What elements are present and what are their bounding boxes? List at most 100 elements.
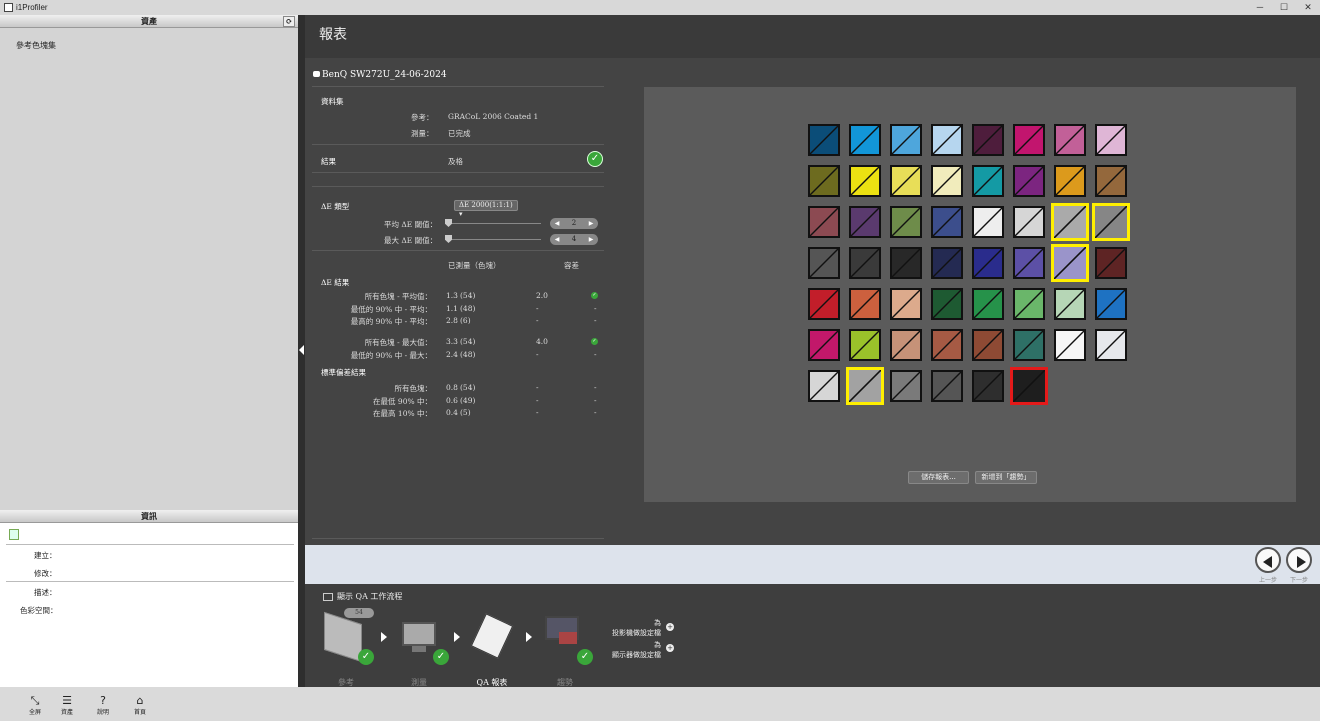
help-button[interactable]: ? 說明 [92, 695, 114, 717]
plus-icon[interactable]: + [666, 623, 674, 631]
max-threshold-stepper[interactable]: ◀ 4 ▶ [550, 234, 598, 245]
color-patch[interactable] [1095, 247, 1127, 279]
next-label: 下一步 [1290, 577, 1309, 584]
color-patch[interactable] [849, 288, 881, 320]
panel-divider[interactable] [298, 15, 305, 687]
asset-item-reference-set[interactable]: 參考色塊集 [16, 40, 282, 51]
color-patch[interactable] [1092, 203, 1130, 241]
assets-button[interactable]: ☰ 資產 [56, 695, 78, 717]
max-threshold-slider-handle[interactable] [445, 235, 452, 243]
trend-step[interactable]: ✓ [543, 608, 593, 665]
add-to-trend-button[interactable]: 新增到「趨勢」 [975, 471, 1037, 484]
previous-button[interactable] [1255, 547, 1281, 573]
color-patch[interactable] [1095, 124, 1127, 156]
color-patch[interactable] [972, 329, 1004, 361]
color-patch[interactable] [1013, 329, 1045, 361]
color-patch[interactable] [890, 329, 922, 361]
avg-threshold-stepper[interactable]: ◀ 2 ▶ [550, 218, 598, 229]
color-patch[interactable] [1054, 124, 1086, 156]
color-patch[interactable] [972, 288, 1004, 320]
collapse-arrow-icon[interactable] [299, 345, 304, 355]
color-patch[interactable] [972, 124, 1004, 156]
color-patch[interactable] [808, 247, 840, 279]
color-patch[interactable] [808, 370, 840, 402]
color-patch[interactable] [931, 247, 963, 279]
increment-icon[interactable]: ▶ [586, 218, 596, 229]
display-profile-option[interactable]: 為 顯示器做設定檔 [605, 640, 661, 660]
patch-diagonal [892, 249, 920, 277]
patch-diagonal [810, 331, 838, 359]
navigation-band: 上一步 下一步 [305, 545, 1320, 584]
patch-diagonal [810, 372, 838, 400]
page-header: 報表 [305, 15, 1320, 58]
measure-step[interactable]: ✓ [399, 608, 449, 665]
color-patch[interactable] [931, 165, 963, 197]
decrement-icon[interactable]: ◀ [552, 218, 562, 229]
color-patch[interactable] [1013, 288, 1045, 320]
color-patch[interactable] [1013, 206, 1045, 238]
color-patch[interactable] [931, 124, 963, 156]
color-patch[interactable] [1054, 329, 1086, 361]
row-value: 0.8 [446, 383, 458, 392]
color-patch[interactable] [808, 288, 840, 320]
de-type-dropdown[interactable]: ΔE 2000(1:1:1) ▾ [454, 200, 518, 218]
color-patch[interactable] [849, 165, 881, 197]
decrement-icon[interactable]: ◀ [552, 234, 562, 245]
color-patch[interactable] [931, 329, 963, 361]
color-patch[interactable] [849, 247, 881, 279]
close-button[interactable]: ✕ [1296, 0, 1320, 15]
color-patch[interactable] [808, 206, 840, 238]
next-button[interactable] [1286, 547, 1312, 573]
color-patch[interactable] [846, 367, 884, 405]
color-patch[interactable] [1054, 288, 1086, 320]
avg-threshold-slider-handle[interactable] [445, 219, 452, 227]
color-patch[interactable] [1013, 165, 1045, 197]
color-patch[interactable] [890, 206, 922, 238]
color-patch[interactable] [1054, 165, 1086, 197]
color-patch[interactable] [1051, 244, 1089, 282]
color-patch[interactable] [890, 124, 922, 156]
color-patch[interactable] [890, 247, 922, 279]
color-patch[interactable] [808, 165, 840, 197]
fullscreen-button[interactable]: ⤡ 全屏 [24, 695, 46, 717]
patch-diagonal [1097, 126, 1125, 154]
color-patch[interactable] [808, 124, 840, 156]
home-button[interactable]: ⌂ 首頁 [129, 695, 151, 717]
color-patch[interactable] [890, 370, 922, 402]
color-patch[interactable] [1095, 329, 1127, 361]
maximize-button[interactable]: ☐ [1272, 0, 1296, 15]
projector-profile-option[interactable]: 為 投影機做設定檔 [605, 618, 661, 638]
color-patch[interactable] [931, 288, 963, 320]
color-patch[interactable] [1095, 165, 1127, 197]
color-patch[interactable] [1010, 367, 1048, 405]
color-patch[interactable] [808, 329, 840, 361]
max-threshold-slider[interactable] [445, 239, 541, 240]
patch-diagonal [810, 249, 838, 277]
color-patch[interactable] [972, 165, 1004, 197]
color-patch[interactable] [972, 370, 1004, 402]
color-patch[interactable] [1013, 124, 1045, 156]
qa-report-step[interactable] [470, 608, 521, 659]
color-patch[interactable] [849, 124, 881, 156]
avg-threshold-slider[interactable] [445, 223, 541, 224]
color-patch[interactable] [1013, 247, 1045, 279]
row-count: (6) [460, 316, 471, 325]
row-label: 所有色塊 - 平均值： [364, 292, 432, 301]
color-patch[interactable] [1095, 288, 1127, 320]
color-patch[interactable] [931, 206, 963, 238]
refresh-icon[interactable]: ⟳ [283, 16, 295, 27]
color-patch[interactable] [931, 370, 963, 402]
color-patch[interactable] [890, 165, 922, 197]
save-report-button[interactable]: 儲存報表... [908, 471, 969, 484]
reference-step[interactable]: 54 ✓ [322, 608, 374, 665]
color-patch[interactable] [972, 247, 1004, 279]
color-patch[interactable] [890, 288, 922, 320]
color-patch[interactable] [849, 329, 881, 361]
patch-diagonal [810, 126, 838, 154]
color-patch[interactable] [1051, 203, 1089, 241]
color-patch[interactable] [972, 206, 1004, 238]
plus-icon[interactable]: + [666, 644, 674, 652]
increment-icon[interactable]: ▶ [586, 234, 596, 245]
color-patch[interactable] [849, 206, 881, 238]
minimize-button[interactable]: ─ [1248, 0, 1272, 15]
